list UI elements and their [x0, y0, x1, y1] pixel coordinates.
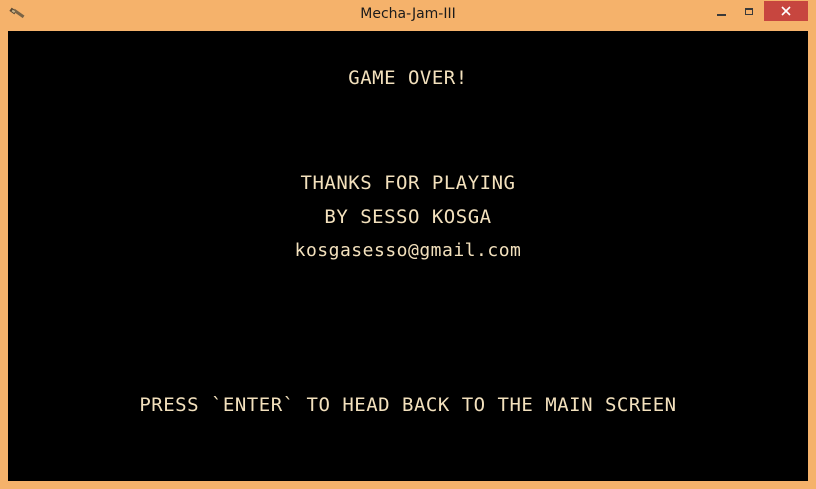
minimize-icon: [717, 14, 726, 16]
maximize-icon: [744, 7, 753, 15]
maximize-button[interactable]: [735, 1, 762, 21]
thanks-text: THANKS FOR PLAYING: [300, 172, 516, 194]
close-icon: [781, 6, 791, 16]
game-window: Mecha-Jam-III GAME OVER! THANKS FOR PLAY…: [0, 0, 816, 489]
author-email: kosgasesso@gmail.com: [294, 240, 522, 261]
window-title: Mecha-Jam-III: [360, 6, 456, 22]
title-bar[interactable]: Mecha-Jam-III: [0, 0, 816, 31]
minimize-button[interactable]: [708, 1, 735, 21]
game-screen[interactable]: GAME OVER! THANKS FOR PLAYING BY SESSO K…: [8, 31, 808, 481]
game-over-heading: GAME OVER!: [348, 67, 468, 89]
close-button[interactable]: [764, 1, 808, 21]
byline-text: BY SESSO KOSGA: [324, 206, 492, 228]
return-prompt: PRESS `ENTER` TO HEAD BACK TO THE MAIN S…: [139, 394, 677, 416]
game-app-icon[interactable]: [9, 7, 27, 23]
